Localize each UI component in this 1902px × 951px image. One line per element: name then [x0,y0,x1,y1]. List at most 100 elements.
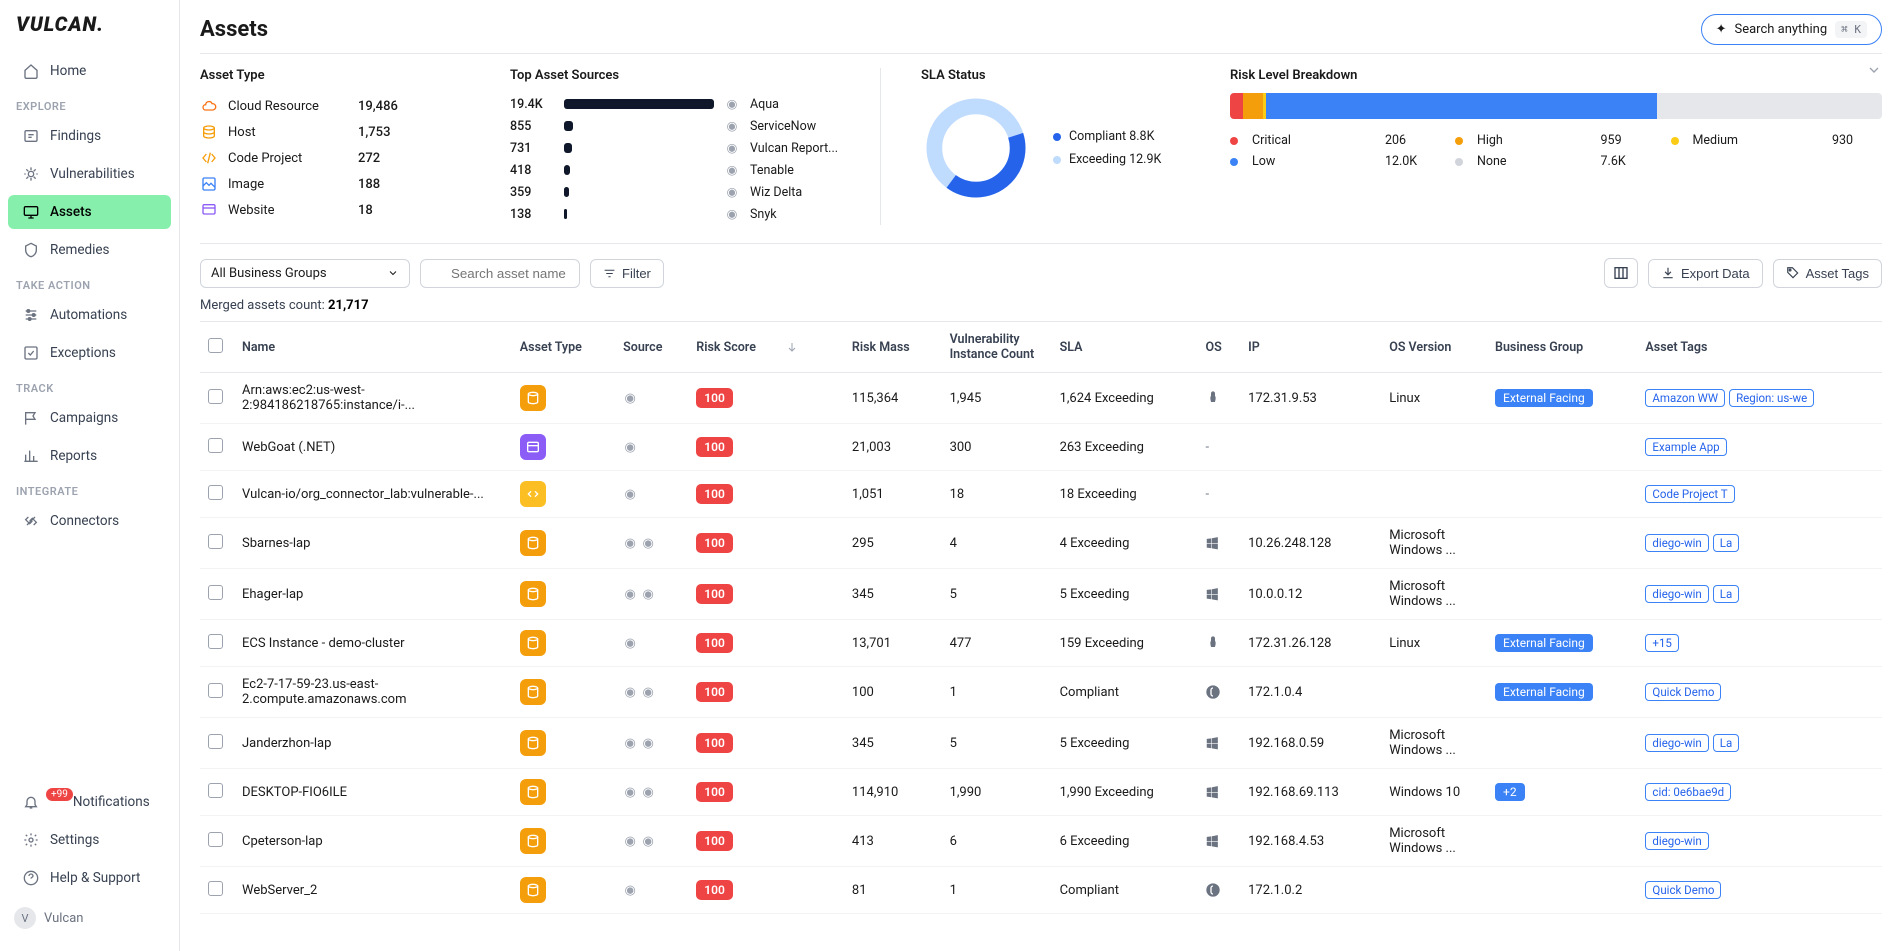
col-os-version[interactable]: OS Version [1381,322,1487,373]
nav-home[interactable]: Home [8,54,171,88]
nav-findings[interactable]: Findings [8,119,171,153]
tag-badge[interactable]: diego-win [1645,534,1708,552]
collapse-icon[interactable] [1866,62,1882,78]
row-checkbox[interactable] [208,634,223,649]
asset-type-row[interactable]: Host1,753 [200,119,470,145]
table-row[interactable]: Vulcan-io/org_connector_lab:vulnerable-.… [200,471,1882,518]
table-row[interactable]: Cpeterson-lap ◉◉ 100 413 6 6 Exceeding 1… [200,816,1882,867]
col-sla[interactable]: SLA [1052,322,1198,373]
col-ip[interactable]: IP [1240,322,1381,373]
nav-assets[interactable]: Assets [8,195,171,229]
col-asset-type[interactable]: Asset Type [512,322,615,373]
row-checkbox[interactable] [208,881,223,896]
col-source[interactable]: Source [615,322,688,373]
asset-tags-button[interactable]: Asset Tags [1773,259,1882,288]
asset-type-row[interactable]: Website18 [200,197,470,223]
table-row[interactable]: WebServer_2 ◉ 100 81 1 Compliant 172.1.0… [200,867,1882,914]
select-all-checkbox[interactable] [208,338,223,353]
risk-segment [1230,93,1243,119]
business-group-select[interactable]: All Business Groups [200,259,410,288]
table-row[interactable]: Arn:aws:ec2:us-west-2:984186218765:insta… [200,373,1882,424]
tag-badge[interactable]: diego-win [1645,585,1708,603]
table-row[interactable]: DESKTOP-FIO6ILE ◉◉ 100 114,910 1,990 1,9… [200,769,1882,816]
source-bar-row[interactable]: 731◉Vulcan Report... [510,137,840,159]
nav-remedies[interactable]: Remedies [8,233,171,267]
asset-type-row[interactable]: Code Project272 [200,145,470,171]
table-row[interactable]: WebGoat (.NET) ◉ 100 21,003 300 263 Exce… [200,424,1882,471]
cell-name: ECS Instance - demo-cluster [234,620,512,667]
col-bg[interactable]: Business Group [1487,322,1637,373]
table-row[interactable]: Ehager-lap ◉◉ 100 345 5 5 Exceeding 10.0… [200,569,1882,620]
nav-campaigns[interactable]: Campaigns [8,401,171,435]
row-checkbox[interactable] [208,832,223,847]
cell-ip: 192.168.69.113 [1240,769,1381,816]
source-bar-row[interactable]: 359◉Wiz Delta [510,181,840,203]
risk-score-badge: 100 [696,733,733,753]
tag-badge[interactable]: La [1713,534,1739,552]
tag-badge[interactable]: diego-win [1645,734,1708,752]
label: Cloud Resource [228,99,348,114]
tag-badge[interactable]: La [1713,585,1739,603]
row-checkbox[interactable] [208,734,223,749]
tag-badge[interactable]: Example App [1645,438,1726,456]
search-input[interactable] [420,259,580,288]
tag-badge[interactable]: Quick Demo [1645,683,1721,701]
tag-badge[interactable]: Amazon WW [1645,389,1725,407]
row-checkbox[interactable] [208,534,223,549]
select-value: All Business Groups [211,266,327,281]
tag-badge[interactable]: La [1713,734,1739,752]
asset-type-row[interactable]: Image188 [200,171,470,197]
row-checkbox[interactable] [208,485,223,500]
table-row[interactable]: Ec2-7-17-59-23.us-east-2.compute.amazona… [200,667,1882,718]
tag-badge[interactable]: Code Project T [1645,485,1734,503]
user-menu[interactable]: VVulcan [0,897,179,939]
asset-type-row[interactable]: Cloud Resource19,486 [200,93,470,119]
col-name[interactable]: Name [234,322,512,373]
col-risk-score[interactable]: Risk Score [688,322,844,373]
nav-help[interactable]: Help & Support [8,861,171,895]
col-tags[interactable]: Asset Tags [1637,322,1882,373]
row-checkbox[interactable] [208,783,223,798]
value: 188 [358,177,380,192]
row-checkbox[interactable] [208,389,223,404]
source-bar-row[interactable]: 855◉ServiceNow [510,115,840,137]
tag-badge[interactable]: cid: 0e6bae9d [1645,783,1731,801]
source-bar-row[interactable]: 138◉Snyk [510,203,840,225]
nav-vulnerabilities[interactable]: Vulnerabilities [8,157,171,191]
label: Vulnerabilities [50,166,135,182]
nav-connectors[interactable]: Connectors [8,504,171,538]
row-checkbox[interactable] [208,683,223,698]
export-button[interactable]: Export Data [1648,259,1763,288]
source-icon: ◉ [641,785,655,799]
row-checkbox[interactable] [208,585,223,600]
nav-automations[interactable]: Automations [8,298,171,332]
col-risk-mass[interactable]: Risk Mass [844,322,942,373]
asset-type-icon [520,828,546,854]
col-os[interactable]: OS [1197,322,1240,373]
columns-button[interactable] [1604,258,1638,288]
nav-exceptions[interactable]: Exceptions [8,336,171,370]
tag-badge[interactable]: +15 [1645,634,1678,652]
cell-osv [1381,471,1487,518]
tag-badge[interactable]: Region: us-we [1729,389,1814,407]
source-bar-row[interactable]: 418◉Tenable [510,159,840,181]
filter-button[interactable]: Filter [590,259,664,288]
nav-notifications[interactable]: +99Notifications [8,785,171,819]
row-checkbox[interactable] [208,438,223,453]
global-search[interactable]: ✦ Search anything ⌘ K [1701,14,1882,45]
col-vuln-count[interactable]: Vulnerability Instance Count [942,322,1052,373]
cell-osv: Linux [1381,373,1487,424]
tag-badge[interactable]: Quick Demo [1645,881,1721,899]
web-icon [200,201,218,219]
tag-badge[interactable]: diego-win [1645,832,1708,850]
table-row[interactable]: Janderzhon-lap ◉◉ 100 345 5 5 Exceeding … [200,718,1882,769]
nav-settings[interactable]: Settings [8,823,171,857]
nav-reports[interactable]: Reports [8,439,171,473]
table-row[interactable]: ECS Instance - demo-cluster ◉ 100 13,701… [200,620,1882,667]
home-icon [22,62,40,80]
table-row[interactable]: Sbarnes-lap ◉◉ 100 295 4 4 Exceeding 10.… [200,518,1882,569]
cell-ip [1240,471,1381,518]
cell-bg [1487,569,1637,620]
source-bar-row[interactable]: 19.4K◉Aqua [510,93,840,115]
cell-name: Arn:aws:ec2:us-west-2:984186218765:insta… [234,373,512,424]
